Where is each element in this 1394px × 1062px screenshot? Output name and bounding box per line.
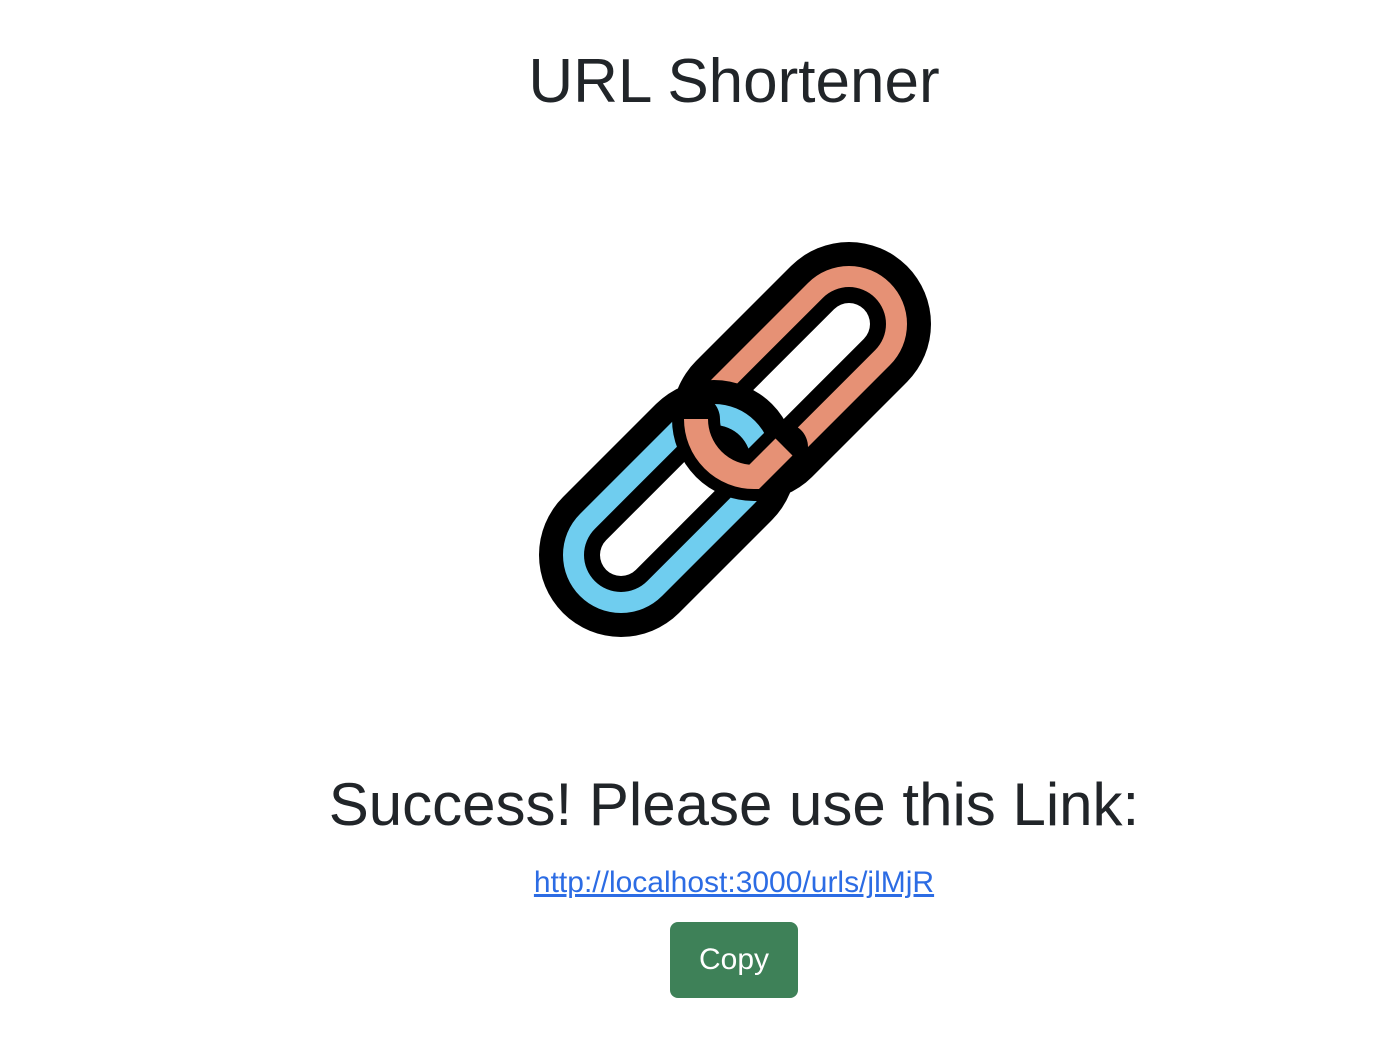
url-shortener-page: URL Shortener Success! Please use this L… xyxy=(0,0,1394,1062)
copy-button[interactable]: Copy xyxy=(670,922,798,998)
page-title: URL Shortener xyxy=(528,47,940,116)
chain-link-icon xyxy=(500,210,970,680)
success-heading: Success! Please use this Link: xyxy=(328,771,1140,838)
short-url-container: http://localhost:3000/urls/jlMjR xyxy=(0,864,1394,902)
short-url-link[interactable]: http://localhost:3000/urls/jlMjR xyxy=(534,866,934,899)
